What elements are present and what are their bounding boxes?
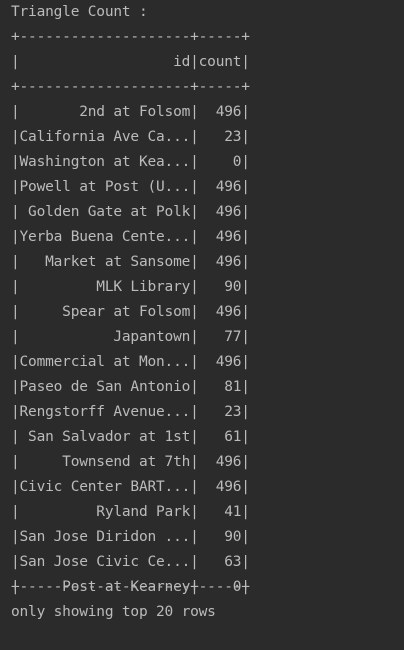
table-top-border: +--------------------+-----+: [11, 29, 250, 45]
table-row: |San Jose Civic Ce...| 63|: [11, 554, 250, 570]
table-row: | Market at Sansome| 496|: [11, 254, 250, 270]
table-row: |Rengstorff Avenue...| 23|: [11, 404, 250, 420]
table-row: |Commercial at Mon...| 496|: [11, 354, 250, 370]
table-row: |San Jose Diridon ...| 90|: [11, 529, 250, 545]
table-row: | San Salvador at 1st| 61|: [11, 429, 250, 445]
table-row: |Powell at Post (U...| 496|: [11, 179, 250, 195]
table-row: |California Ave Ca...| 23|: [11, 129, 250, 145]
table-row: | Golden Gate at Polk| 496|: [11, 204, 250, 220]
table-header-border: +--------------------+-----+: [11, 79, 250, 95]
table-row: | Townsend at 7th| 496|: [11, 454, 250, 470]
table-header-row: | id|count|: [11, 54, 250, 70]
console-output: Triangle Count : +--------------------+-…: [0, 0, 404, 650]
output-header: Triangle Count :: [11, 4, 148, 20]
table-row: |Civic Center BART...| 496|: [11, 479, 250, 495]
table-row: |Yerba Buena Cente...| 496|: [11, 229, 250, 245]
table-row: | Spear at Folsom| 496|: [11, 304, 250, 320]
table-row: | MLK Library| 90|: [11, 279, 250, 295]
output-footer: only showing top 20 rows: [11, 604, 216, 620]
table-row: | 2nd at Folsom| 496|: [11, 104, 250, 120]
table-bottom-border: +--------------------+-----+: [11, 579, 250, 595]
table-row: |Paseo de San Antonio| 81|: [11, 379, 250, 395]
table-row: |Washington at Kea...| 0|: [11, 154, 250, 170]
table-row: | Japantown| 77|: [11, 329, 250, 345]
table-row: | Ryland Park| 41|: [11, 504, 250, 520]
